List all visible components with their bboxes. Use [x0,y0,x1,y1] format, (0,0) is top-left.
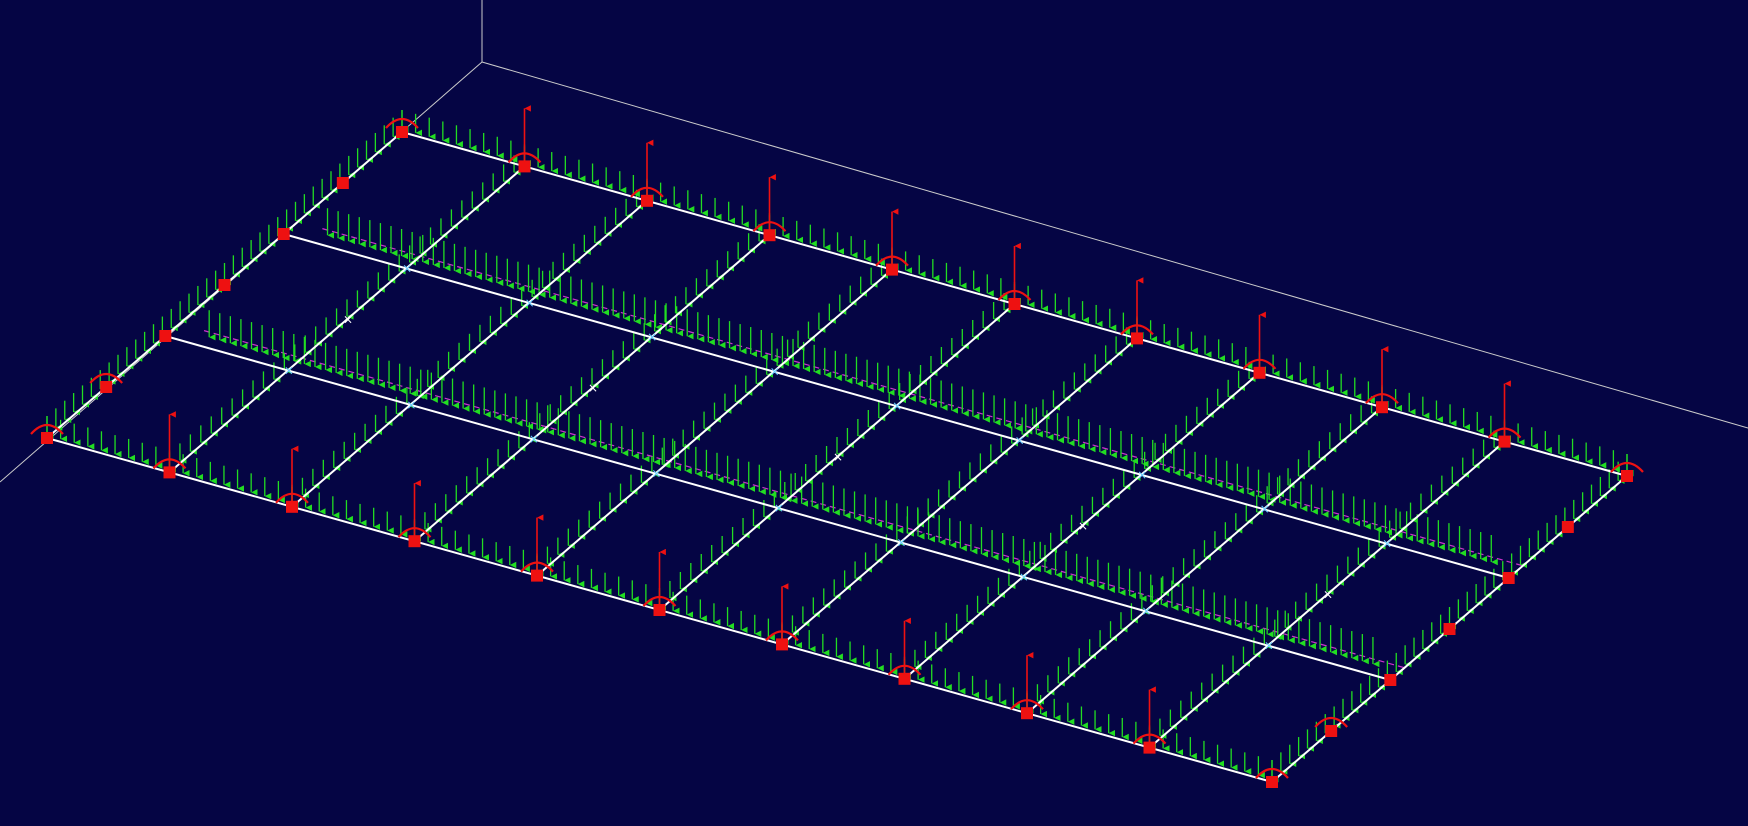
node-marker[interactable]: × [892,399,902,413]
node-marker[interactable]: × [529,432,539,446]
support-node[interactable] [100,381,113,393]
node-marker[interactable]: × [647,330,657,344]
member-midpoint-marker[interactable]: × [1078,519,1088,533]
node-marker[interactable]: × [774,501,784,515]
support-node[interactable] [1443,623,1456,635]
node-marker[interactable]: × [406,398,416,412]
structural-model-canvas[interactable]: × × × × × × × × × × × × × × × × × × × × × × × [0,0,1748,826]
support-node[interactable] [1384,674,1397,686]
member-midpoint-marker[interactable]: × [588,381,598,395]
node-marker[interactable]: × [770,365,780,379]
member-midpoint-marker[interactable]: × [1323,588,1333,602]
support-node[interactable] [396,126,408,138]
node-marker[interactable]: × [402,261,412,275]
node-marker[interactable]: × [1137,468,1147,482]
support-node[interactable] [1561,521,1574,533]
node-marker[interactable]: × [1264,639,1274,653]
support-node[interactable] [1266,776,1278,788]
model-viewport[interactable]: × × × × × × × × × × × × × × × × × × × × × × × [0,0,1748,826]
node-marker[interactable]: × [525,296,535,310]
member-midpoint-marker[interactable]: × [833,450,843,464]
cross-beam-6[interactable] [781,337,1138,646]
support-node[interactable] [41,432,53,444]
node-marker[interactable]: × [1019,570,1029,584]
node-marker[interactable]: × [1260,502,1270,516]
global-axis-y [481,61,1748,429]
support-node[interactable] [277,228,290,240]
node-marker[interactable]: × [1141,604,1151,618]
support-node[interactable] [159,330,172,342]
node-marker[interactable]: × [896,535,906,549]
node-marker[interactable]: × [651,467,661,481]
cross-beam-2[interactable] [291,200,648,508]
support-node[interactable] [336,177,349,189]
support-node[interactable] [1621,470,1633,482]
node-marker[interactable]: × [1015,433,1025,447]
node-marker[interactable]: × [1382,537,1392,551]
support-node[interactable] [1502,572,1515,584]
cross-beam-8[interactable] [1026,406,1383,714]
member-midpoint-marker[interactable]: × [343,312,353,326]
support-node[interactable] [1325,725,1338,737]
node-marker[interactable]: × [284,363,294,377]
support-node[interactable] [218,279,231,291]
